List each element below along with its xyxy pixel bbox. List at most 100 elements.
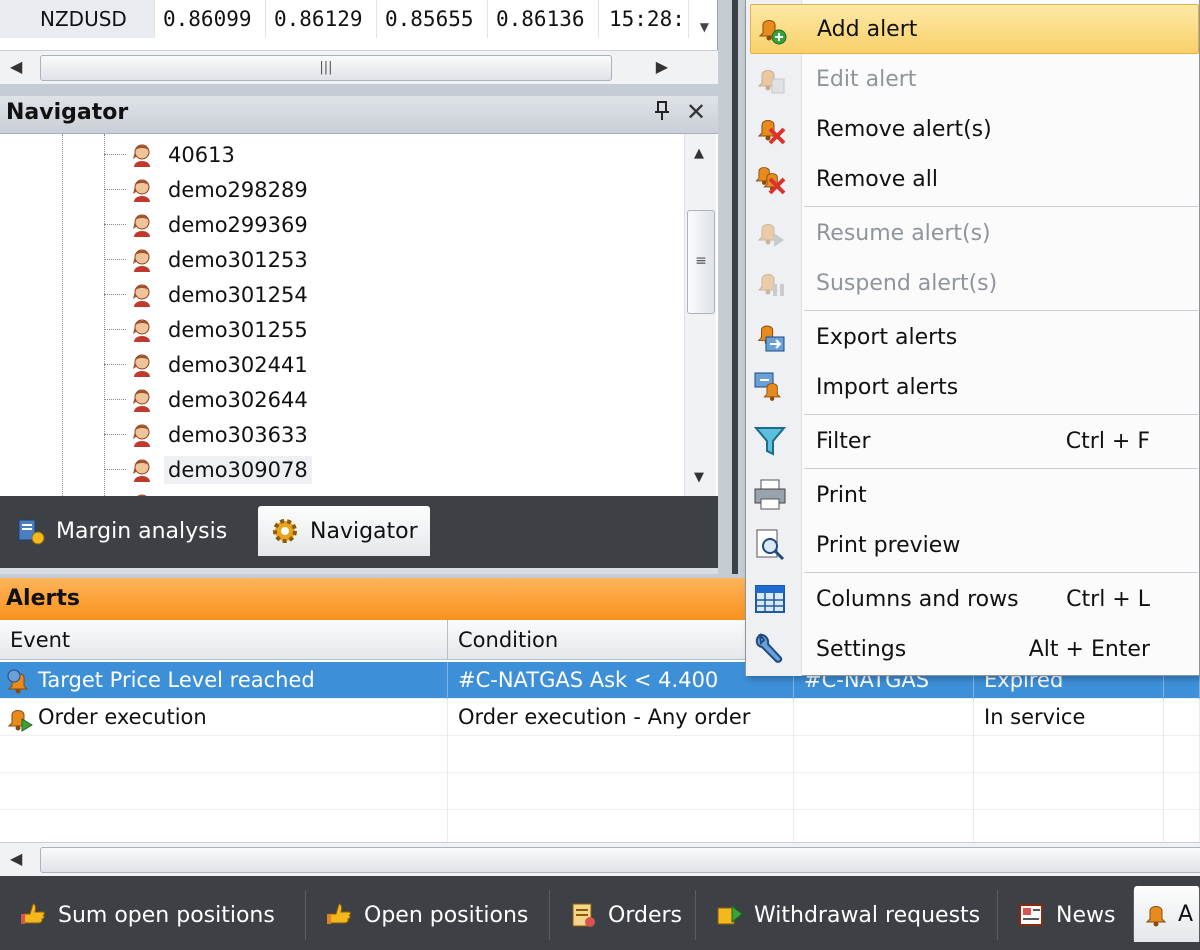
tab-orders[interactable]: Orders: [550, 890, 696, 940]
user-icon: [128, 456, 156, 484]
target-price-alert-icon: [7, 669, 34, 696]
scroll-up-arrow-icon[interactable]: ▲: [694, 146, 704, 161]
cell-instrument: [794, 699, 974, 736]
pane-splitter[interactable]: [0, 84, 718, 96]
tree-item-label: demo302441: [168, 352, 308, 377]
menu-item-edit-alert[interactable]: Edit alert: [750, 54, 1199, 104]
menu-item-label: Print: [816, 482, 867, 508]
tree-item[interactable]: 40613: [104, 137, 239, 172]
tree-item[interactable]: demo301253: [104, 242, 312, 277]
tree-item[interactable]: demo299369: [104, 207, 312, 242]
tree-item[interactable]: demo301254: [104, 277, 312, 312]
tab-label: News: [1056, 902, 1116, 928]
navigator-tree: 40613 demo298289 demo299369 demo301253 d…: [0, 134, 718, 496]
cell-event: Order execution: [0, 699, 448, 736]
margin-analysis-icon: [18, 519, 45, 545]
user-icon: [128, 281, 156, 309]
tree-item[interactable]: demo302644: [104, 382, 312, 417]
scroll-down-arrow-icon[interactable]: ▼: [694, 470, 704, 485]
cell-text: Target Price Level reached: [38, 668, 315, 692]
column-header-event[interactable]: Event: [0, 620, 448, 660]
tab-sum-open-positions[interactable]: Sum open positions: [0, 890, 306, 940]
scrollbar-thumb[interactable]: ≡: [687, 210, 715, 314]
tab-navigator[interactable]: Navigator: [258, 506, 430, 556]
tree-item[interactable]: demo301255: [104, 312, 312, 347]
alerts-horizontal-scrollbar[interactable]: ◀: [0, 842, 1200, 876]
menu-item-columns-and-rows[interactable]: Columns and rows Ctrl + L: [750, 574, 1199, 624]
tree-item[interactable]: demo302441: [104, 347, 312, 382]
menu-item-resume-alerts[interactable]: Resume alert(s): [750, 208, 1199, 258]
context-menu: Add alert Edit alert Remove alert(s) Rem…: [745, 0, 1200, 676]
menu-separator: [804, 468, 1198, 469]
menu-item-label: Export alerts: [816, 324, 958, 350]
edit-alert-icon: [758, 70, 785, 94]
menu-item-filter[interactable]: Filter Ctrl + F: [750, 416, 1199, 466]
tree-item-partial[interactable]: [104, 487, 164, 496]
news-icon: [1019, 904, 1043, 926]
menu-item-label: Print preview: [816, 532, 961, 558]
menu-item-settings[interactable]: Settings Alt + Enter: [750, 624, 1199, 674]
menu-item-remove-alerts[interactable]: Remove alert(s): [750, 104, 1199, 154]
menu-item-export-alerts[interactable]: Export alerts: [750, 312, 1199, 362]
menu-item-label: Remove alert(s): [816, 116, 992, 142]
tree-item-label: demo309078: [164, 455, 312, 484]
close-icon[interactable]: ✕: [686, 98, 706, 126]
order-execution-alert-icon: [4, 703, 33, 732]
menu-item-add-alert[interactable]: Add alert: [750, 4, 1199, 54]
user-icon: [128, 176, 156, 204]
menu-separator: [804, 414, 1198, 415]
scroll-down-arrow-icon[interactable]: ▼: [700, 20, 709, 34]
thumbs-up-sum-icon: [21, 903, 45, 924]
tab-withdrawal-requests[interactable]: Withdrawal requests: [696, 890, 998, 940]
scrollbar-thumb[interactable]: |||: [40, 55, 612, 81]
menu-item-label: Add alert: [817, 16, 918, 42]
scrollbar-thumb[interactable]: [40, 847, 1200, 873]
menu-item-print-preview[interactable]: Print preview: [750, 520, 1199, 570]
tab-news[interactable]: News: [998, 890, 1134, 940]
quote-row[interactable]: NZDUSD 0.86099 0.86129 0.85655 0.86136 1…: [0, 0, 718, 38]
navigator-vertical-scrollbar[interactable]: ▲ ≡ ▼: [684, 134, 716, 496]
tree-item-label: demo298289: [168, 177, 308, 202]
menu-item-label: Import alerts: [816, 374, 959, 400]
menu-item-shortcut: Ctrl + L: [1066, 586, 1150, 612]
table-row[interactable]: Order execution Order execution - Any or…: [0, 699, 1200, 736]
tree-item-label: demo303633: [168, 422, 308, 447]
quote-time: 15:28:: [599, 0, 689, 38]
vertical-splitter[interactable]: [718, 0, 746, 574]
tree-item-label: demo299369: [168, 212, 308, 237]
tree-item[interactable]: demo303633: [104, 417, 312, 452]
remove-alert-icon: [758, 120, 786, 145]
user-icon: [128, 316, 156, 344]
menu-separator: [804, 310, 1198, 311]
column-header-condition[interactable]: Condition: [448, 620, 794, 660]
tree-guide-line: [62, 134, 63, 496]
cell-condition: Order execution - Any order: [448, 699, 794, 736]
tree-item-label: demo301255: [168, 317, 308, 342]
scroll-right-arrow-icon[interactable]: ▶: [656, 57, 668, 76]
tab-margin-analysis[interactable]: Margin analysis: [4, 508, 239, 554]
quotes-horizontal-scrollbar[interactable]: ◀ ||| ▶: [0, 50, 718, 84]
remove-all-icon: [755, 167, 786, 195]
withdrawal-icon: [717, 904, 743, 925]
empty-row: [0, 736, 1200, 773]
tree-item-selected[interactable]: demo309078: [104, 452, 312, 487]
user-icon: [128, 246, 156, 274]
quote-ask: 0.86129: [266, 0, 377, 38]
menu-item-suspend-alerts[interactable]: Suspend alert(s): [750, 258, 1199, 308]
menu-separator: [804, 206, 1198, 207]
tree-item[interactable]: demo298289: [104, 172, 312, 207]
menu-item-label: Remove all: [816, 166, 938, 192]
bell-icon: [1142, 899, 1172, 929]
scroll-left-arrow-icon[interactable]: ◀: [10, 849, 22, 868]
menu-item-remove-all[interactable]: Remove all: [750, 154, 1199, 204]
tab-alerts[interactable]: A: [1134, 886, 1200, 942]
navigator-header: Navigator ✕: [0, 96, 718, 134]
pin-icon[interactable]: [654, 100, 670, 127]
user-icon: [128, 421, 156, 449]
tab-label: Withdrawal requests: [754, 902, 981, 928]
tab-label: Orders: [608, 902, 682, 928]
tab-open-positions[interactable]: Open positions: [306, 890, 550, 940]
menu-item-import-alerts[interactable]: Import alerts: [750, 362, 1199, 412]
scroll-left-arrow-icon[interactable]: ◀: [10, 57, 22, 76]
menu-item-print[interactable]: Print: [750, 470, 1199, 520]
